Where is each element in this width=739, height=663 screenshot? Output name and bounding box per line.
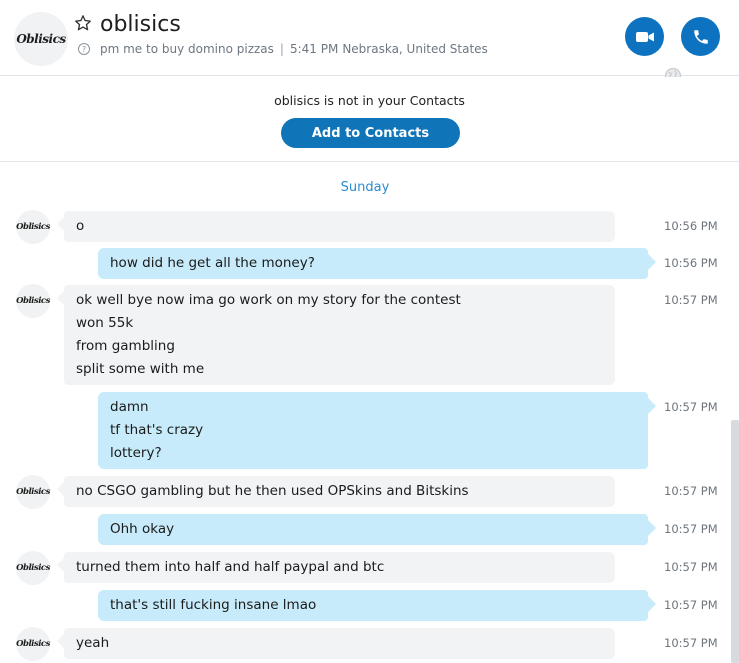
avatar-logo: Oblisics (16, 32, 66, 46)
separator: | (279, 42, 284, 56)
message-text: won 55k (76, 315, 134, 331)
sender-avatar[interactable]: Oblisics (16, 475, 50, 509)
avatar-logo: Oblisics (16, 563, 50, 573)
outgoing-message-bubble[interactable]: damn tf that's crazy lottery? (98, 392, 656, 469)
conversation-header: Oblisics oblisics ? pm me to buy domino … (0, 0, 739, 85)
incoming-message-bubble[interactable]: o (57, 211, 615, 242)
phone-icon (693, 29, 708, 44)
incoming-message-bubble[interactable]: ok well bye now ima go work on my story … (57, 285, 615, 385)
not-in-contacts-banner: oblisics is not in your Contacts Add to … (0, 77, 739, 162)
message-timestamp: 10:56 PM (664, 256, 718, 270)
day-separator: Sunday (340, 180, 390, 195)
message-text: Ohh okay (110, 521, 175, 537)
message-text: damn (110, 399, 149, 415)
message-text: yeah (76, 635, 110, 651)
message-timestamp: 10:57 PM (664, 522, 718, 536)
message-text: no CSGO gambling but he then used OPSkin… (76, 483, 469, 499)
message-text: tf that's crazy (110, 422, 204, 438)
local-time: 5:41 PM (289, 42, 339, 56)
outgoing-message-bubble[interactable]: how did he get all the money? (98, 248, 656, 279)
not-in-contacts-text: oblisics is not in your Contacts (274, 93, 465, 108)
avatar-logo: Oblisics (16, 487, 50, 497)
video-call-button[interactable] (625, 17, 664, 56)
message-timestamp: 10:57 PM (664, 598, 718, 612)
sender-avatar[interactable]: Oblisics (16, 284, 50, 318)
message-text: how did he get all the money? (110, 255, 315, 271)
message-timestamp: 10:57 PM (664, 400, 718, 414)
outgoing-message-bubble[interactable]: Ohh okay (98, 514, 656, 545)
sender-avatar[interactable]: Oblisics (16, 210, 50, 244)
sender-avatar[interactable]: Oblisics (16, 551, 50, 585)
location: Nebraska, United States (342, 42, 488, 56)
message-text: turned them into half and half paypal an… (76, 559, 385, 575)
question-icon: ? (78, 43, 90, 55)
video-camera-icon (635, 31, 654, 42)
contact-avatar[interactable]: Oblisics (14, 12, 68, 66)
scrollbar-thumb[interactable] (731, 420, 739, 663)
message-timestamp: 10:56 PM (664, 219, 718, 233)
message-text: from gambling (76, 338, 175, 354)
outgoing-message-bubble[interactable]: that's still fucking insane lmao (98, 590, 656, 621)
add-to-contacts-button[interactable]: Add to Contacts (281, 118, 460, 148)
mood-message: pm me to buy domino pizzas (100, 42, 274, 56)
avatar-logo: Oblisics (16, 639, 50, 649)
audio-call-button[interactable] (681, 17, 720, 56)
contact-status-line: ? pm me to buy domino pizzas | 5:41 PM N… (78, 42, 488, 56)
message-text: ok well bye now ima go work on my story … (76, 292, 461, 308)
incoming-message-bubble[interactable]: turned them into half and half paypal an… (57, 552, 615, 583)
message-timestamp: 10:57 PM (664, 293, 718, 307)
message-text: that's still fucking insane lmao (110, 597, 317, 613)
message-text: lottery? (110, 445, 162, 461)
incoming-message-bubble[interactable]: no CSGO gambling but he then used OPSkin… (57, 476, 615, 507)
avatar-logo: Oblisics (16, 296, 50, 306)
contact-name[interactable]: oblisics (100, 12, 181, 37)
message-list[interactable]: Sunday Oblisics o 10:56 PM how did he get a… (0, 163, 739, 663)
message-timestamp: 10:57 PM (664, 560, 718, 574)
message-text: split some with me (76, 361, 205, 377)
message-timestamp: 10:57 PM (664, 484, 718, 498)
incoming-message-bubble[interactable]: yeah (57, 628, 615, 659)
star-icon[interactable] (74, 14, 92, 32)
message-text: o (76, 218, 85, 234)
sender-avatar[interactable]: Oblisics (16, 627, 50, 661)
avatar-logo: Oblisics (16, 222, 50, 232)
message-timestamp: 10:57 PM (664, 636, 718, 650)
